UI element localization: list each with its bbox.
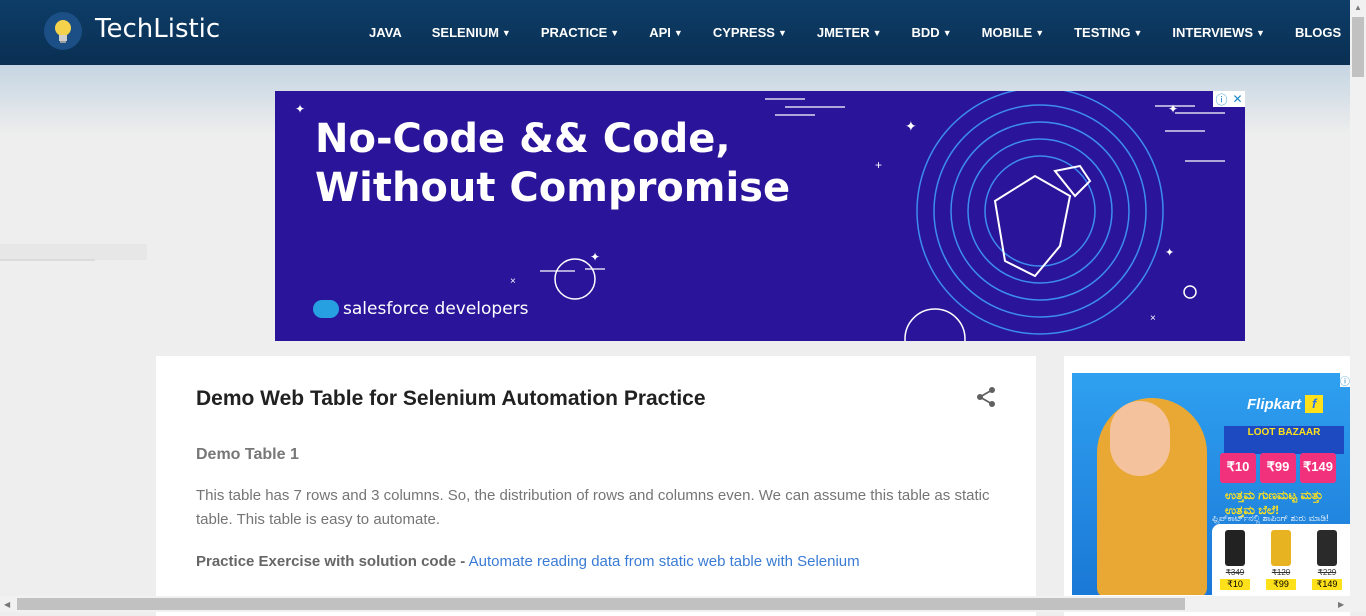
svg-text:✦: ✦ <box>905 118 917 134</box>
main-nav: JAVA SELENIUM ▼ PRACTICE ▼ API ▼ CYPRESS ▼ JMETER… <box>354 0 1356 65</box>
model-face-image <box>1110 401 1170 476</box>
exercise-label: Practice Exercise with solution code - <box>196 553 466 570</box>
scroll-right-icon[interactable]: ▶ <box>1338 600 1344 609</box>
ad-kannada-sub: ಫ್ಲಿಪ್‌ಕಾರ್ಟ್‌ನಲ್ಲಿ ಶಾಪಿಂಗ್ ಶುರು ಮಾಡಿ! <box>1212 513 1329 523</box>
share-icon[interactable] <box>976 386 996 413</box>
horizontal-scroll-thumb[interactable] <box>17 598 1185 610</box>
svg-text:×: × <box>1150 313 1156 324</box>
nav-item-label: BDD <box>911 25 940 40</box>
nav-item-api[interactable]: API ▼ <box>649 25 683 40</box>
caret-down-icon: ▼ <box>1256 27 1265 38</box>
left-placeholder-line <box>0 259 95 261</box>
nav-item-label: SELENIUM <box>431 25 499 40</box>
ad-headline-line1: No-Code && Code, <box>315 116 731 162</box>
product-item: ₹229 ₹149 <box>1309 530 1345 595</box>
svg-text:×: × <box>510 276 516 287</box>
caret-down-icon: ▼ <box>501 27 511 38</box>
nav-item-label: JMETER <box>816 25 870 40</box>
svg-text:+: + <box>875 158 882 172</box>
caret-down-icon: ▼ <box>1035 27 1045 38</box>
sale-price: ₹149 <box>1312 579 1342 590</box>
old-price: ₹120 <box>1271 568 1291 577</box>
nav-item-label: INTERVIEWS <box>1172 25 1254 40</box>
flipkart-brand: Flipkart <box>1247 395 1302 413</box>
price-tags: ₹10 ₹99 ₹149 <box>1220 453 1340 483</box>
nav-item-practice[interactable]: PRACTICE ▼ <box>541 25 619 40</box>
product-item: ₹120 ₹99 <box>1263 530 1299 595</box>
price-tag: ₹10 <box>1220 453 1256 483</box>
vertical-scrollbar[interactable] <box>1350 0 1366 596</box>
nav-item-label: PRACTICE <box>540 25 608 40</box>
nav-item-label: API <box>649 25 671 40</box>
nav-item-java[interactable]: JAVA <box>369 25 402 40</box>
close-icon[interactable]: ✕ <box>1232 92 1242 106</box>
nav-item-testing[interactable]: TESTING ▼ <box>1074 25 1142 40</box>
salesforce-cloud-icon <box>313 300 339 318</box>
adchoices-icon[interactable]: ⓘ <box>1340 373 1350 388</box>
top-navbar: TechListic JAVA SELENIUM ▼ PRACTICE ▼ API ▼ CYP… <box>0 0 1350 65</box>
cream-tube-image <box>1271 530 1291 566</box>
nav-item-jmeter[interactable]: JMETER ▼ <box>817 25 882 40</box>
post-title: Demo Web Table for Selenium Automation P… <box>196 387 706 410</box>
svg-text:✦: ✦ <box>1165 247 1174 259</box>
caret-down-icon: ▼ <box>673 27 683 38</box>
price-tag: ₹149 <box>1300 453 1336 483</box>
info-icon[interactable]: ⓘ <box>1215 91 1227 108</box>
product-strip: ₹349 ₹10 ₹120 ₹99 ₹229 ₹149 <box>1212 524 1350 595</box>
caret-down-icon: ▼ <box>942 27 952 38</box>
scroll-left-icon[interactable]: ◀ <box>4 600 10 609</box>
price-tag: ₹99 <box>1260 453 1296 483</box>
vertical-scroll-thumb[interactable] <box>1352 17 1364 77</box>
post-card: Demo Web Table for Selenium Automation P… <box>156 356 1036 616</box>
banner-ad[interactable]: ✦ ✦ + ✦ ✦ ✦ × × No-Code && Code, Without… <box>275 91 1245 341</box>
caret-down-icon: ▼ <box>777 27 787 38</box>
nav-item-label: JAVA <box>369 25 402 40</box>
svg-text:✦: ✦ <box>295 102 305 116</box>
eyeliner-image <box>1225 530 1245 566</box>
lightbulb-logo-icon[interactable] <box>44 12 82 50</box>
svg-text:✦: ✦ <box>590 250 600 264</box>
left-placeholder <box>0 244 147 260</box>
caret-down-icon: ▼ <box>872 27 882 38</box>
svg-text:✦: ✦ <box>1168 102 1178 116</box>
section-subtitle: Demo Table 1 <box>196 446 299 463</box>
ad-headline-line2: Without Compromise <box>315 165 791 211</box>
scroll-up-icon[interactable]: ▲ <box>1354 3 1362 12</box>
exercise-link[interactable]: Automate reading data from static web ta… <box>469 553 860 570</box>
caret-down-icon: ▼ <box>1133 27 1143 38</box>
nav-item-bdd[interactable]: BDD ▼ <box>912 25 952 40</box>
old-price: ₹349 <box>1225 568 1245 577</box>
nav-item-selenium[interactable]: SELENIUM ▼ <box>432 25 511 40</box>
flipkart-logo-icon: f <box>1305 395 1324 413</box>
ad-brand-text: salesforce developers <box>343 299 529 319</box>
old-price: ₹229 <box>1317 568 1337 577</box>
product-item: ₹349 ₹10 <box>1217 530 1253 595</box>
post-paragraph: This table has 7 rows and 3 columns. So,… <box>196 487 990 528</box>
sidebar-ad[interactable]: Flipkart f LOOT BAZAAR ₹10 ₹99 ₹149 ಉತ್ತ… <box>1072 373 1350 595</box>
nav-item-cypress[interactable]: CYPRESS ▼ <box>713 25 787 40</box>
sale-price: ₹99 <box>1266 579 1296 590</box>
lipstick-image <box>1317 530 1337 566</box>
nav-item-label: BLOGS <box>1294 25 1342 40</box>
exercise-line: Practice Exercise with solution code - A… <box>196 553 860 570</box>
adchoices-icon[interactable]: ⓘ ✕ <box>1213 91 1245 107</box>
loot-bazaar-banner: LOOT BAZAAR <box>1224 426 1344 454</box>
nav-item-label: MOBILE <box>981 25 1033 40</box>
nav-item-label: TESTING <box>1074 25 1131 40</box>
nav-item-mobile[interactable]: MOBILE ▼ <box>982 25 1044 40</box>
nav-item-interviews[interactable]: INTERVIEWS ▼ <box>1172 25 1265 40</box>
site-logo-text[interactable]: TechListic <box>95 14 220 44</box>
sale-price: ₹10 <box>1220 579 1250 590</box>
nav-item-blogs[interactable]: BLOGS <box>1295 25 1341 40</box>
caret-down-icon: ▼ <box>610 27 620 38</box>
nav-item-label: CYPRESS <box>712 25 775 40</box>
